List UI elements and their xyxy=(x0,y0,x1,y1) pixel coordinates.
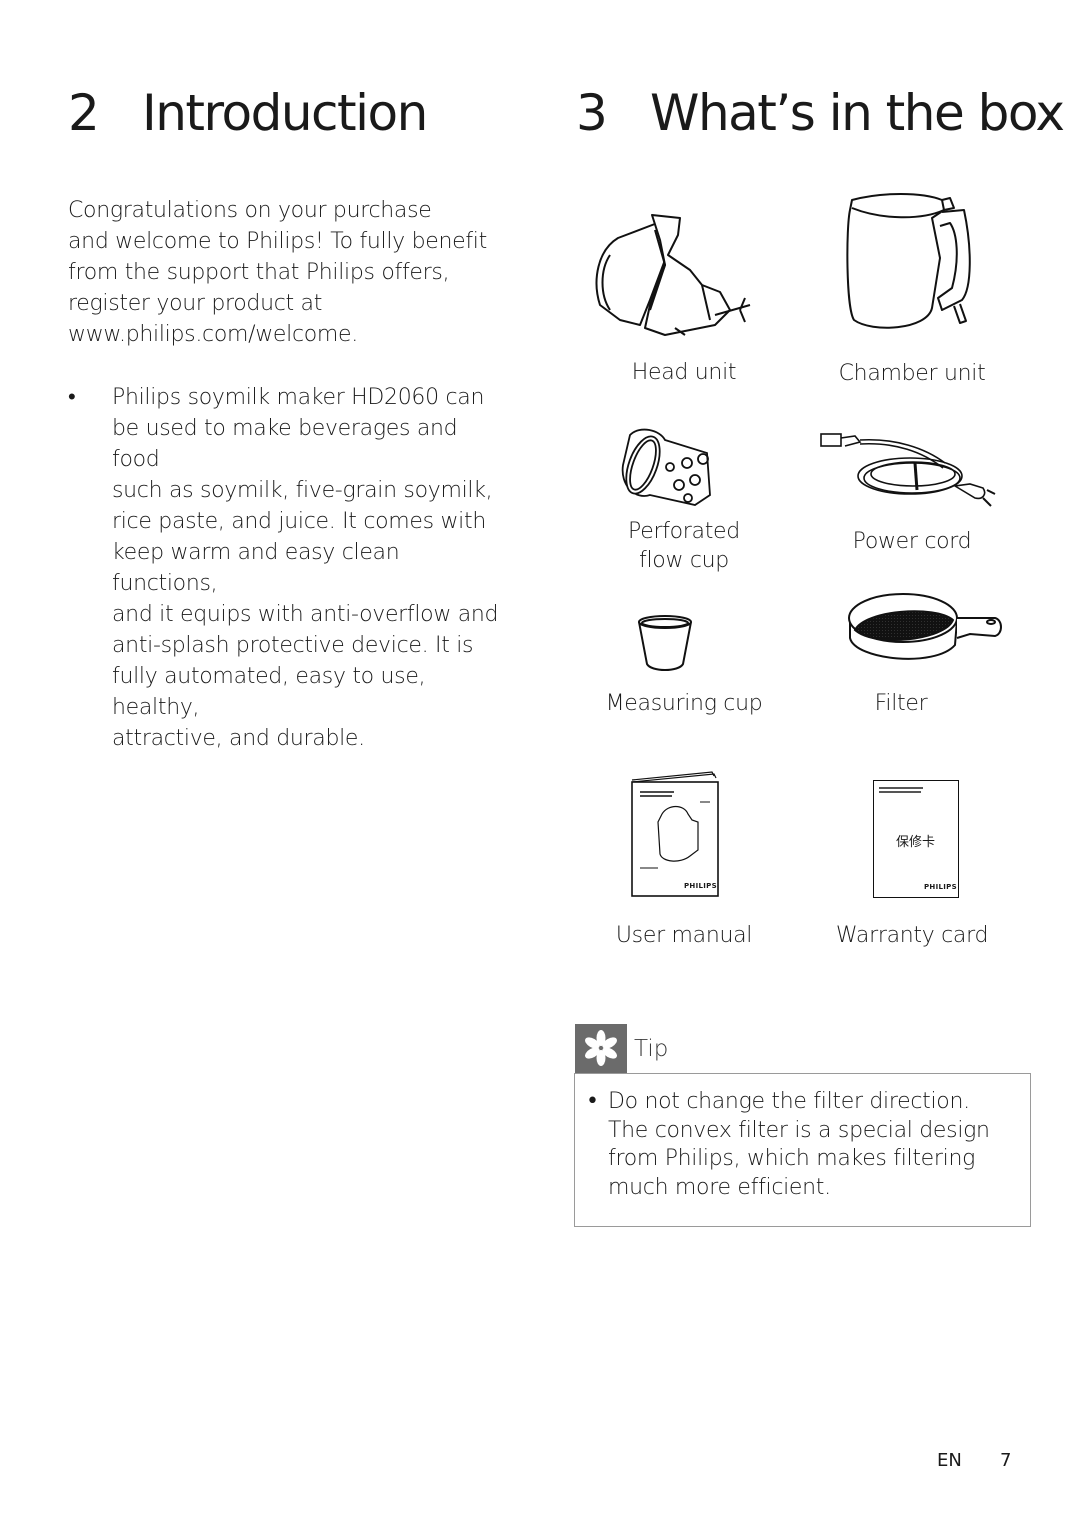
perforated-flow-cup-illustration xyxy=(621,428,711,506)
warranty-card-title: 保修卡 xyxy=(896,835,936,850)
bullet-icon: • xyxy=(586,1089,599,1114)
text-line: fully automated, easy to use, healthy, xyxy=(112,664,426,720)
tip-text: Do not change the filter direction. The … xyxy=(608,1088,1018,1202)
filter-label: Filter xyxy=(874,691,928,716)
introduction-heading: 2 Introduction xyxy=(68,84,428,142)
power-cord-label: Power cord xyxy=(852,529,972,554)
text-line: register your product at xyxy=(68,291,323,316)
measuring-cup-illustration xyxy=(638,615,692,671)
head-unit-illustration xyxy=(595,214,751,336)
tip-label: Tip xyxy=(634,1036,669,1062)
welcome-url: www.philips.com/welcome. xyxy=(68,322,358,347)
warranty-card-illustration: 保修卡 PHILIPS xyxy=(873,780,959,898)
tip-badge xyxy=(575,1024,627,1073)
text-line: from Philips, which makes filtering xyxy=(608,1146,976,1171)
text-line: such as soymilk, five-grain soymilk, xyxy=(112,478,493,503)
text-line: Do not change the filter direction. xyxy=(608,1089,970,1114)
section-number: 2 xyxy=(68,84,100,142)
text-line: and it equips with anti-overflow and xyxy=(112,602,499,627)
filter-illustration xyxy=(848,593,1002,660)
language-code: EN xyxy=(937,1450,962,1471)
tip-box: • Do not change the filter direction. Th… xyxy=(574,1073,1031,1227)
measuring-cup-label: Measuring cup xyxy=(605,691,763,716)
text-line: The convex filter is a special design xyxy=(608,1117,990,1143)
page-number: 7 xyxy=(1000,1450,1012,1471)
chamber-unit-illustration xyxy=(846,193,971,329)
text-line: keep warm and easy clean functions, xyxy=(112,540,400,596)
user-manual-illustration: PHILIPS xyxy=(628,770,720,898)
section-title: What’s in the box xyxy=(650,84,1065,142)
text-line: Congratulations on your purchase xyxy=(68,198,432,223)
asterisk-icon xyxy=(585,1030,617,1066)
label-line: Perforated xyxy=(628,519,740,544)
perforated-flow-cup-label: Perforated flow cup xyxy=(574,517,794,575)
philips-logo-text: PHILIPS xyxy=(684,882,717,890)
text-line: attractive, and durable. xyxy=(112,726,365,751)
text-line: rice paste, and juice. It comes with xyxy=(112,509,486,534)
text-line: much more efficient. xyxy=(608,1174,831,1200)
text-line: Philips soymilk maker HD2060 can xyxy=(112,385,485,410)
card-text-line xyxy=(879,791,921,793)
product-description-bullet: • Philips soymilk maker HD2060 can be us… xyxy=(68,382,508,754)
philips-logo-text: PHILIPS xyxy=(924,883,957,891)
intro-paragraph: Congratulations on your purchase and wel… xyxy=(68,195,508,350)
bullet-icon: • xyxy=(68,385,76,410)
text-line: from the support that Philips offers, xyxy=(68,260,450,285)
label-line: flow cup xyxy=(639,548,729,573)
head-unit-label: Head unit xyxy=(631,360,737,385)
text-line: be used to make beverages and food xyxy=(112,416,458,472)
user-manual-label: User manual xyxy=(615,923,753,948)
card-text-line xyxy=(879,787,923,789)
text-line: anti-splash protective device. It is xyxy=(112,633,474,658)
chamber-unit-label: Chamber unit xyxy=(838,361,986,386)
section-number: 3 xyxy=(576,84,608,142)
section-title: Introduction xyxy=(142,84,428,142)
warranty-card-label: Warranty card xyxy=(835,923,989,948)
whats-in-the-box-heading: 3 What’s in the box xyxy=(576,84,1065,142)
manual-cover xyxy=(631,771,719,897)
text-line: and welcome to Philips! To fully benefit xyxy=(68,229,487,254)
power-cord-illustration xyxy=(820,433,996,507)
